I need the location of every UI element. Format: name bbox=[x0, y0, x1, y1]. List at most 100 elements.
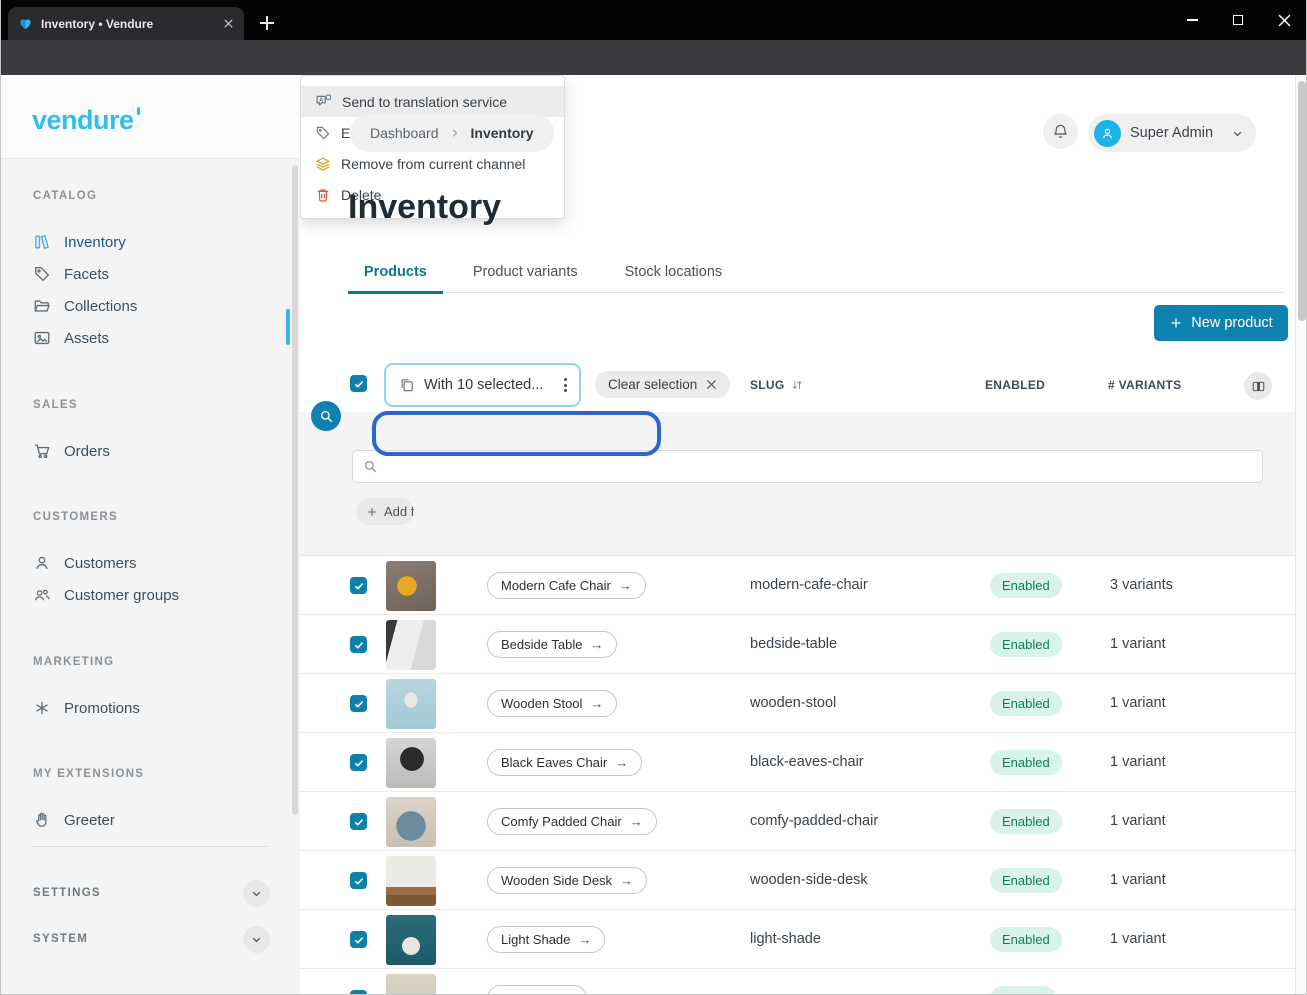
sidebar-item-assets[interactable]: Assets bbox=[33, 322, 280, 354]
column-header-enabled[interactable]: ENABLED bbox=[985, 378, 1045, 392]
clear-selection-button[interactable]: Clear selection bbox=[595, 371, 730, 398]
sidebar-item-customer-groups[interactable]: Customer groups bbox=[33, 579, 280, 611]
product-name-link[interactable]: Light Shade→ bbox=[487, 926, 605, 953]
product-thumbnail bbox=[386, 915, 436, 965]
filter-panel bbox=[300, 412, 1295, 555]
product-thumbnail bbox=[386, 620, 436, 670]
section-settings: SETTINGS bbox=[33, 876, 270, 910]
sidebar: vendure CATALOG Inventory Facets Collec bbox=[0, 75, 300, 995]
close-icon bbox=[706, 379, 717, 390]
arrow-right-icon: → bbox=[590, 637, 603, 652]
bell-icon bbox=[1052, 123, 1069, 140]
product-name-link[interactable]: Wooden Stool→ bbox=[487, 690, 617, 717]
books-icon bbox=[33, 233, 51, 251]
window-maximize-button[interactable] bbox=[1215, 0, 1261, 40]
sidebar-item-facets[interactable]: Facets bbox=[33, 258, 280, 290]
settings-expand-button[interactable] bbox=[243, 880, 270, 907]
tab-stock-locations[interactable]: Stock locations bbox=[609, 258, 739, 292]
table-row: Light Shade→ light-shade Enabled 1 varia… bbox=[300, 910, 1295, 969]
vendure-favicon-icon bbox=[18, 16, 33, 31]
tabs: Products Product variants Stock location… bbox=[348, 258, 1285, 293]
variant-count: 1 variant bbox=[1110, 872, 1166, 888]
row-checkbox[interactable] bbox=[350, 754, 367, 771]
column-header-variants[interactable]: # VARIANTS bbox=[1108, 378, 1181, 392]
tab-product-variants[interactable]: Product variants bbox=[457, 258, 594, 292]
sidebar-item-collections[interactable]: Collections bbox=[33, 290, 280, 322]
product-thumbnail bbox=[386, 561, 436, 611]
tab-title: Inventory • Vendure bbox=[41, 17, 223, 31]
product-slug: modern-cafe-chair bbox=[750, 577, 868, 593]
page-scrollbar[interactable] bbox=[1295, 75, 1307, 995]
sidebar-item-inventory[interactable]: Inventory bbox=[33, 226, 280, 258]
product-name-link[interactable]: Wooden Side Desk→ bbox=[487, 867, 647, 894]
status-badge: Enabled bbox=[990, 691, 1062, 716]
product-name-link[interactable]: Comfy Padded Chair→ bbox=[487, 808, 657, 835]
sidebar-item-greeter[interactable]: Greeter bbox=[33, 804, 280, 836]
row-checkbox[interactable] bbox=[350, 990, 367, 995]
users-icon bbox=[33, 586, 51, 604]
image-icon bbox=[33, 329, 51, 347]
section-system: SYSTEM bbox=[33, 922, 270, 956]
row-checkbox[interactable] bbox=[350, 636, 367, 653]
tab-products[interactable]: Products bbox=[348, 258, 443, 294]
browser-tab[interactable]: Inventory • Vendure bbox=[8, 7, 244, 40]
columns-icon bbox=[1251, 379, 1266, 394]
product-slug: black-eaves-chair bbox=[750, 754, 864, 770]
plus-icon bbox=[366, 506, 378, 518]
translate-icon: A bbox=[315, 93, 332, 110]
sidebar-item-orders[interactable]: Orders bbox=[33, 435, 280, 467]
product-thumbnail bbox=[386, 738, 436, 788]
window-close-button[interactable] bbox=[1261, 0, 1307, 40]
menu-item-remove-from-channel[interactable]: Remove from current channel bbox=[301, 148, 564, 179]
new-tab-button[interactable] bbox=[256, 12, 278, 34]
row-checkbox[interactable] bbox=[350, 931, 367, 948]
arrow-right-icon: → bbox=[578, 932, 591, 947]
with-selected-button[interactable]: With 10 selected... bbox=[384, 363, 581, 407]
sidebar-scrollbar[interactable] bbox=[292, 165, 298, 815]
hand-icon bbox=[33, 811, 51, 829]
new-product-button[interactable]: New product bbox=[1154, 305, 1288, 341]
system-expand-button[interactable] bbox=[243, 926, 270, 953]
product-name-link[interactable]: Black Eaves Chair→ bbox=[487, 749, 642, 776]
row-checkbox[interactable] bbox=[350, 872, 367, 889]
section-label-settings: SETTINGS bbox=[33, 887, 101, 899]
arrow-right-icon: → bbox=[619, 578, 632, 593]
product-thumbnail bbox=[386, 797, 436, 847]
row-checkbox[interactable] bbox=[350, 813, 367, 830]
copy-pages-icon bbox=[399, 377, 415, 393]
sidebar-item-promotions[interactable]: Promotions bbox=[33, 692, 280, 724]
search-input[interactable] bbox=[352, 450, 1263, 483]
sidebar-item-customers[interactable]: Customers bbox=[33, 547, 280, 579]
layers-icon bbox=[315, 156, 331, 172]
variant-count: 1 variant bbox=[1110, 695, 1166, 711]
menu-item-send-to-translation[interactable]: A Send to translation service bbox=[301, 86, 564, 117]
product-name-link[interactable]: Bedside Table→ bbox=[487, 631, 617, 658]
select-all-checkbox[interactable] bbox=[350, 375, 367, 392]
status-badge bbox=[990, 986, 1056, 995]
search-icon bbox=[363, 459, 378, 474]
page-scrollbar-thumb[interactable] bbox=[1298, 81, 1306, 321]
breadcrumb-inventory[interactable]: Inventory bbox=[471, 125, 534, 141]
search-toggle-button[interactable] bbox=[311, 401, 341, 431]
variant-count: 1 variant bbox=[1110, 813, 1166, 829]
column-header-slug[interactable]: SLUG bbox=[750, 378, 804, 392]
tab-close-icon[interactable] bbox=[223, 18, 234, 29]
add-filter-button[interactable]: Add filter bbox=[356, 498, 414, 525]
variant-count: 1 variant bbox=[1110, 754, 1166, 770]
column-settings-button[interactable] bbox=[1244, 372, 1272, 400]
product-name-link[interactable]: Modern Cafe Chair→ bbox=[487, 572, 646, 599]
notifications-button[interactable] bbox=[1043, 114, 1078, 149]
vendure-logo[interactable]: vendure bbox=[32, 105, 140, 136]
window-minimize-button[interactable] bbox=[1169, 0, 1215, 40]
row-checkbox[interactable] bbox=[350, 695, 367, 712]
user-menu[interactable]: Super Admin bbox=[1088, 114, 1256, 152]
tag-icon bbox=[33, 265, 51, 283]
product-slug: light-shade bbox=[750, 931, 821, 947]
product-name-link[interactable] bbox=[487, 985, 587, 995]
row-checkbox[interactable] bbox=[350, 577, 367, 594]
breadcrumb-dashboard[interactable]: Dashboard bbox=[370, 125, 439, 141]
product-slug: bedside-table bbox=[750, 636, 837, 652]
section-label-catalog: CATALOG bbox=[33, 190, 280, 210]
section-label-marketing: MARKETING bbox=[33, 656, 280, 676]
chevron-down-icon bbox=[250, 887, 263, 900]
